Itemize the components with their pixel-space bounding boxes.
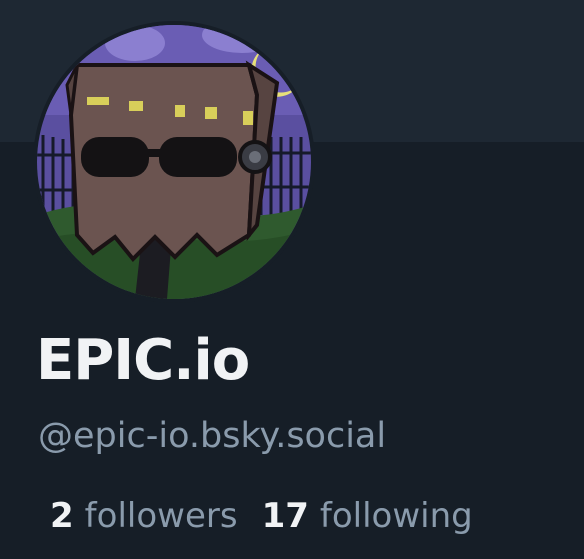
profile-stats: 2 followers 17 following — [50, 496, 473, 536]
paper-bag-head-avatar-icon — [37, 25, 311, 299]
profile-handle: @epic-io.bsky.social — [38, 416, 387, 456]
following-label: following — [319, 496, 473, 536]
display-name: EPIC.io — [36, 328, 250, 393]
following-count: 17 — [261, 496, 309, 536]
followers-link[interactable]: 2 followers — [50, 496, 238, 536]
followers-count: 2 — [50, 496, 74, 536]
followers-label: followers — [84, 496, 238, 536]
following-link[interactable]: 17 following — [262, 496, 473, 536]
avatar[interactable] — [37, 25, 311, 299]
avatar-ring — [33, 21, 315, 303]
